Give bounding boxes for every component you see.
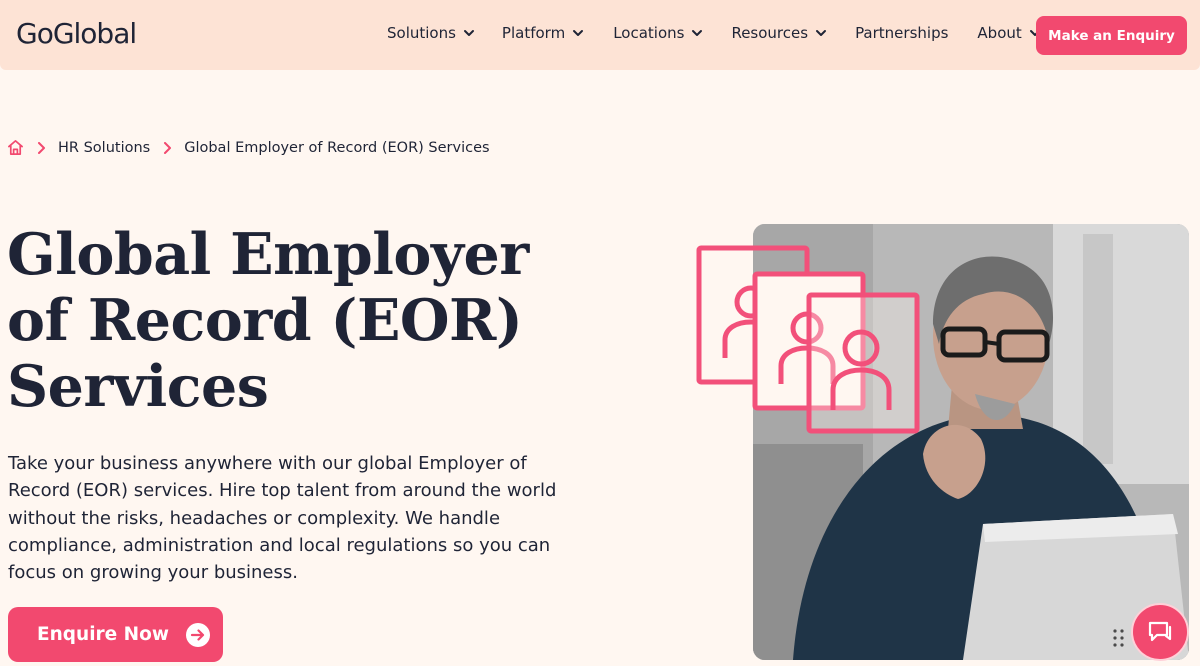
- nav-label: Resources: [731, 24, 809, 42]
- make-enquiry-button[interactable]: Make an Enquiry: [1036, 16, 1187, 55]
- title-line: of Record (EOR): [7, 287, 523, 354]
- page-title: Global Employer of Record (EOR) Services: [7, 222, 627, 420]
- title-line: Services: [7, 353, 269, 420]
- title-line: Global Employer: [7, 221, 529, 288]
- breadcrumb-hr-solutions[interactable]: HR Solutions: [58, 140, 150, 156]
- nav-platform[interactable]: Platform: [502, 24, 584, 42]
- home-icon[interactable]: [7, 139, 24, 156]
- chat-icon: [1148, 621, 1172, 642]
- chevron-down-icon: [573, 30, 584, 36]
- drag-handle-icon[interactable]: [1112, 627, 1126, 649]
- chevron-down-icon: [692, 30, 703, 36]
- nav-label: About: [977, 24, 1022, 42]
- site-header: GoGlobal Solutions Platform Locations Re…: [0, 0, 1200, 70]
- arrow-right-circle-icon: [185, 622, 210, 647]
- logo[interactable]: GoGlobal: [16, 17, 137, 50]
- enquire-now-label: Enquire Now: [37, 624, 169, 645]
- profile-cards-illustration: [696, 245, 920, 434]
- nav-locations[interactable]: Locations: [613, 24, 703, 42]
- chevron-down-icon: [463, 30, 474, 36]
- chevron-right-icon: [164, 141, 172, 154]
- enquire-now-button[interactable]: Enquire Now: [8, 607, 223, 662]
- breadcrumb-current: Global Employer of Record (EOR) Services: [184, 139, 490, 156]
- nav-label: Solutions: [387, 24, 456, 42]
- nav-partnerships[interactable]: Partnerships: [855, 24, 948, 42]
- nav-resources[interactable]: Resources: [731, 24, 827, 42]
- chevron-right-icon: [38, 141, 45, 154]
- nav-solutions[interactable]: Solutions: [387, 24, 475, 42]
- nav-label: Locations: [613, 24, 685, 42]
- hero-description: Take your business anywhere with our glo…: [8, 453, 557, 584]
- chevron-down-icon: [816, 30, 827, 36]
- nav-label: Platform: [501, 24, 566, 42]
- nav-label: Partnerships: [855, 24, 949, 42]
- main-nav: Solutions Platform Locations Resources P…: [387, 24, 1041, 42]
- chat-button[interactable]: [1131, 603, 1189, 661]
- nav-about[interactable]: About: [977, 24, 1040, 42]
- breadcrumb: HR Solutions Global Employer of Record (…: [7, 139, 490, 156]
